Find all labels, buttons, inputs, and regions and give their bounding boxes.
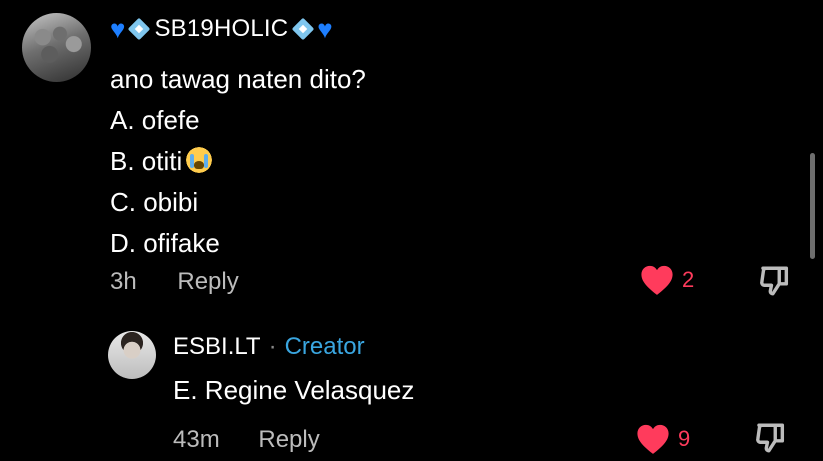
thumbs-down-icon [756, 423, 785, 453]
scrollbar[interactable] [810, 153, 815, 259]
comment-line: B. otiti [110, 141, 366, 182]
comment-line: C. obibi [110, 187, 199, 217]
reply-body: E. Regine Velasquez [173, 375, 415, 405]
comment-timestamp: 3h [110, 268, 137, 295]
thumbs-down-icon [760, 266, 789, 296]
crying-face-icon [184, 145, 215, 175]
creator-badge: Creator [284, 333, 365, 360]
reply-timestamp: 43m [173, 426, 220, 453]
reply-to-reply-button[interactable]: Reply [258, 426, 319, 453]
comment-line-text: B. otiti [110, 146, 183, 176]
reply-avatar[interactable] [108, 331, 156, 379]
reply-username[interactable]: ESBI.LT [173, 333, 261, 361]
diamond-icon [127, 17, 151, 41]
commenter-username-row[interactable]: ♥ SB19HOLIC ♥ [110, 13, 333, 45]
like-count: 2 [682, 267, 695, 292]
comment-line: D. ofifake [110, 228, 220, 258]
like-button[interactable]: 2 [640, 264, 694, 296]
dislike-button[interactable] [758, 264, 792, 303]
reply-meta: 43m Reply [173, 426, 320, 454]
reply-dislike-button[interactable] [754, 421, 788, 460]
comment-line: ano tawag naten dito? [110, 64, 366, 94]
commenter-avatar[interactable] [22, 13, 91, 82]
blue-heart-icon: ♥ [110, 14, 126, 44]
commenter-username[interactable]: SB19HOLIC [154, 15, 288, 43]
reply-like-button[interactable]: 9 [636, 423, 690, 455]
comment-body: ano tawag naten dito? A. ofefe B. otiti … [110, 59, 366, 264]
reply-like-count: 9 [678, 426, 691, 451]
heart-icon [637, 424, 669, 454]
separator-dot: · [268, 333, 277, 360]
diamond-icon [291, 17, 315, 41]
blue-heart-icon: ♥ [317, 14, 333, 44]
heart-icon [641, 265, 673, 295]
reply-username-row: ESBI.LT · Creator [173, 333, 365, 361]
reply-button[interactable]: Reply [177, 268, 238, 295]
comment-meta: 3h Reply [110, 268, 239, 296]
comment-line: A. ofefe [110, 105, 200, 135]
